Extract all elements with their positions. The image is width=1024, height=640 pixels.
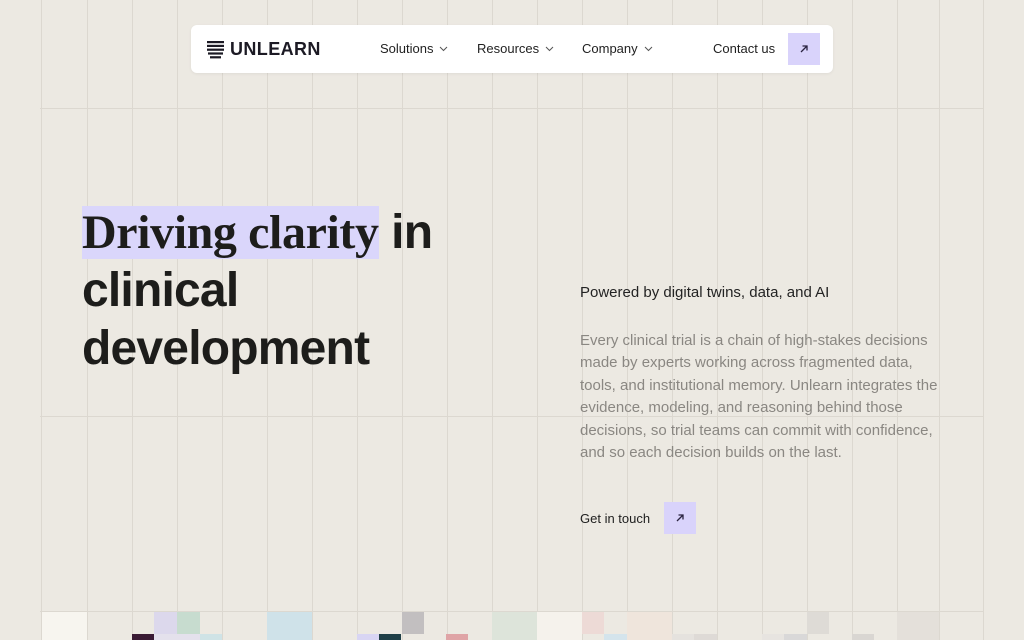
hero-title-line-3: development xyxy=(82,322,370,375)
stacked-bars-logo-icon xyxy=(207,40,224,58)
brand-logo-link[interactable]: UNLEARN xyxy=(207,39,321,60)
top-navigation: UNLEARN Solutions Resources Company Cont… xyxy=(191,25,833,73)
nav-item-company[interactable]: Company xyxy=(582,41,653,56)
arrow-up-right-icon xyxy=(800,45,808,53)
chevron-down-icon xyxy=(644,46,652,52)
nav-item-resources[interactable]: Resources xyxy=(477,41,554,56)
nav-item-solutions[interactable]: Solutions xyxy=(380,41,448,56)
hero-title: Driving clarity in clinical development xyxy=(82,204,522,378)
chevron-down-icon xyxy=(545,46,554,52)
cta-label: Get in touch xyxy=(580,510,651,526)
hero-tagline: Powered by digital twins, data, and AI xyxy=(580,284,830,301)
brand-name: UNLEARN xyxy=(230,39,321,59)
nav-item-label: Solutions xyxy=(380,41,434,56)
hero-description: Every clinical trial is a chain of high-… xyxy=(580,332,938,462)
nav-item-label: Resources xyxy=(477,41,540,56)
cta-arrow-box xyxy=(664,502,697,534)
hero-title-line-2: clinical xyxy=(82,264,239,317)
chevron-down-icon xyxy=(440,46,448,52)
hero-title-highlight: Driving clarity xyxy=(82,206,379,259)
contact-us-arrow-button[interactable] xyxy=(788,33,820,65)
arrow-up-right-icon xyxy=(676,514,684,522)
hero-title-part: in xyxy=(391,206,433,259)
nav-item-label: Company xyxy=(582,41,638,56)
get-in-touch-button[interactable]: Get in touch xyxy=(580,502,697,534)
contact-us-link[interactable]: Contact us xyxy=(713,41,775,56)
